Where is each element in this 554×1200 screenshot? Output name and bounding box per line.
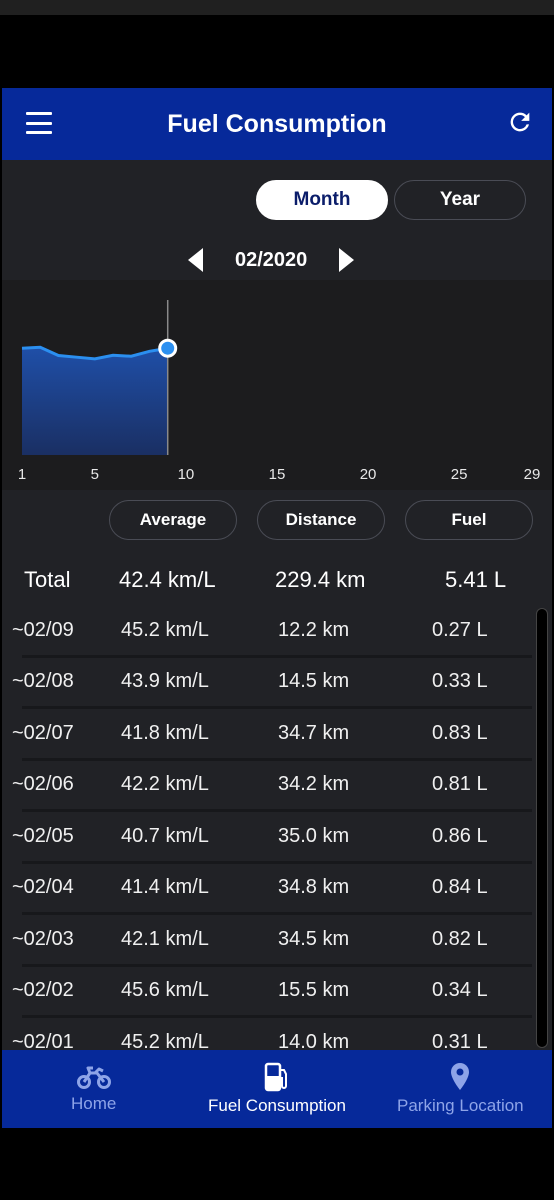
table-row[interactable]: ~02/09 45.2 km/L 12.2 km 0.27 L [12, 606, 532, 658]
row-distance: 34.7 km [278, 721, 350, 744]
row-date: ~02/02 [12, 979, 74, 1002]
table-row[interactable]: ~02/01 45.2 km/L 14.0 km 0.31 L [12, 1018, 532, 1048]
triangle-right-icon[interactable] [339, 248, 355, 272]
motorcycle-icon [76, 1066, 111, 1089]
row-average: 43.9 km/L [121, 670, 209, 693]
row-fuel: 0.33 L [432, 670, 488, 693]
row-date: ~02/04 [12, 876, 74, 899]
totals-row: Total 42.4 km/L 229.4 km 5.41 L [2, 556, 552, 604]
row-average: 42.2 km/L [121, 773, 209, 796]
chart-svg [21, 300, 178, 455]
nav-home[interactable]: Home [2, 1050, 185, 1128]
row-average: 40.7 km/L [121, 824, 209, 847]
row-distance: 35.0 km [278, 824, 350, 847]
period-selector: 02/2020 [188, 248, 355, 272]
row-fuel: 0.81 L [432, 773, 488, 796]
nav-label-home: Home [70, 1094, 117, 1113]
x-tick-label: 5 [90, 466, 100, 483]
fuel-button[interactable]: Fuel [405, 500, 533, 540]
row-average: 41.4 km/L [121, 876, 209, 899]
table-row[interactable]: ~02/07 41.8 km/L 34.7 km 0.83 L [12, 709, 532, 761]
row-fuel: 0.31 L [432, 1030, 488, 1048]
row-distance: 14.0 km [278, 1030, 350, 1048]
row-fuel: 0.84 L [432, 876, 488, 899]
row-fuel: 0.86 L [432, 824, 488, 847]
x-tick-label: 29 [523, 466, 541, 483]
total-average: 42.4 km/L [119, 567, 216, 592]
table-row[interactable]: ~02/02 45.6 km/L 15.5 km 0.34 L [12, 967, 532, 1018]
period-label: 02/2020 [235, 248, 308, 271]
tab-year[interactable]: Year [394, 180, 526, 220]
x-tick-label: 1 [17, 466, 27, 483]
row-distance: 15.5 km [278, 979, 350, 1002]
table-row[interactable]: ~02/06 42.2 km/L 34.2 km 0.81 L [12, 761, 532, 812]
nav-fuel-consumption[interactable]: Fuel Consumption [185, 1050, 368, 1128]
triangle-left-icon[interactable] [188, 248, 203, 272]
scrollbar[interactable] [536, 608, 548, 1048]
total-fuel: 5.41 L [445, 567, 507, 592]
table-row[interactable]: ~02/05 40.7 km/L 35.0 km 0.86 L [12, 812, 532, 864]
totals-label: Total [24, 567, 71, 592]
row-average: 42.1 km/L [121, 927, 209, 950]
fuel-pump-icon [264, 1062, 287, 1092]
row-date: ~02/08 [12, 670, 74, 693]
row-average: 45.2 km/L [121, 1030, 209, 1048]
metric-buttons: Average Distance Fuel [109, 500, 533, 540]
row-date: ~02/03 [12, 927, 74, 950]
distance-button[interactable]: Distance [257, 500, 385, 540]
refresh-icon[interactable] [506, 108, 534, 136]
row-date: ~02/01 [12, 1030, 74, 1048]
row-distance: 34.2 km [278, 773, 350, 796]
row-date: ~02/09 [12, 618, 74, 641]
app-bar: Fuel Consumption [2, 88, 552, 160]
chart-area [22, 347, 168, 455]
row-distance: 34.8 km [278, 876, 350, 899]
hamburger-menu-icon[interactable] [26, 112, 52, 134]
row-fuel: 0.82 L [432, 927, 488, 950]
row-fuel: 0.27 L [432, 618, 488, 641]
row-fuel: 0.83 L [432, 721, 488, 744]
app-screen: Fuel Consumption Month Year 02/2020 1 5 10… [2, 88, 552, 1128]
status-strip [0, 0, 554, 15]
daily-list[interactable]: ~02/09 45.2 km/L 12.2 km 0.27 L ~02/08 43.9 k… [2, 606, 552, 1048]
row-distance: 14.5 km [278, 670, 350, 693]
row-distance: 34.5 km [278, 927, 350, 950]
table-row[interactable]: ~02/04 41.4 km/L 34.8 km 0.84 L [12, 864, 532, 915]
period-toggle: Month Year [256, 180, 526, 220]
x-tick-label: 15 [268, 466, 286, 483]
bottom-nav: Home Fuel Consumption Parking Location [2, 1050, 552, 1128]
row-date: ~02/07 [12, 721, 74, 744]
total-distance: 229.4 km [275, 567, 366, 592]
nav-label-fuel: Fuel Consumption [208, 1096, 346, 1115]
x-tick-label: 25 [450, 466, 468, 483]
x-tick-label: 20 [359, 466, 377, 483]
nav-label-parking: Parking Location [397, 1096, 524, 1115]
table-row[interactable]: ~02/08 43.9 km/L 14.5 km 0.33 L [12, 658, 532, 709]
tab-month[interactable]: Month [256, 180, 388, 220]
x-tick-label: 10 [177, 466, 195, 483]
row-average: 45.2 km/L [121, 618, 209, 641]
fuel-chart[interactable] [2, 280, 552, 490]
row-date: ~02/05 [12, 824, 74, 847]
row-distance: 12.2 km [278, 618, 350, 641]
row-average: 45.6 km/L [121, 979, 209, 1002]
row-fuel: 0.34 L [432, 979, 488, 1002]
location-pin-icon [451, 1063, 470, 1090]
average-button[interactable]: Average [109, 500, 237, 540]
row-average: 41.8 km/L [121, 721, 209, 744]
chart-selected-point[interactable] [158, 338, 178, 358]
table-row[interactable]: ~02/03 42.1 km/L 34.5 km 0.82 L [12, 915, 532, 967]
nav-parking-location[interactable]: Parking Location [369, 1050, 552, 1128]
row-date: ~02/06 [12, 773, 74, 796]
page-title: Fuel Consumption [167, 109, 387, 138]
